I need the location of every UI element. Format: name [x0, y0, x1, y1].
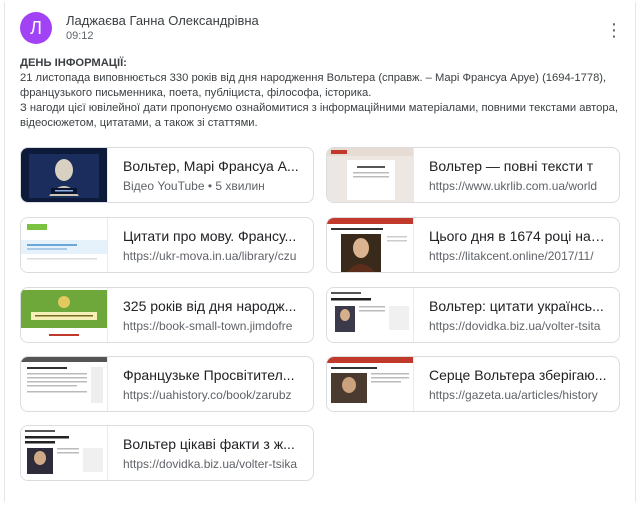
- attachment-subtitle: https://dovidka.biz.ua/volter-tsika: [123, 457, 298, 471]
- article-thumbnail: [21, 426, 108, 480]
- post-text-line: відеосюжетом, цитатами, а також зі статт…: [20, 117, 258, 129]
- attachment-title: Вольтер, Марі Франсуа А...: [123, 158, 299, 174]
- post-text-line: 21 листопада виповнюється 330 років від …: [20, 72, 607, 84]
- more-options-icon[interactable]: ⋮: [604, 20, 624, 40]
- post-text-line: французького письменника, поета, публіци…: [20, 87, 372, 99]
- attachment-title: Вольтер цікаві факти з ж...: [123, 436, 295, 452]
- attachment-card-link[interactable]: Французьке Просвітител... https://uahist…: [20, 356, 314, 412]
- youtube-video-thumbnail: [21, 148, 108, 202]
- attachment-subtitle: https://litakcent.online/2017/11/: [429, 249, 594, 263]
- attachment-card-link[interactable]: Вольтер — повні тексти т https://www.ukr…: [326, 147, 620, 203]
- attachment-title: 325 років від дня народж...: [123, 298, 297, 314]
- post-time: 09:12: [66, 30, 94, 42]
- attachment-card-link[interactable]: Цього дня в 1674 році нар... https://lit…: [326, 217, 620, 273]
- attachment-title: Серце Вольтера зберігаю...: [429, 367, 607, 383]
- attachment-card-link[interactable]: Вольтер цікаві факти з ж... https://dovi…: [20, 425, 314, 481]
- webpage-thumbnail: [327, 148, 414, 202]
- attachment-card-link[interactable]: Серце Вольтера зберігаю... https://gazet…: [326, 356, 620, 412]
- attachment-card-link[interactable]: Цитати про мову. Франсу... https://ukr-m…: [20, 217, 314, 273]
- attachment-card-youtube[interactable]: Вольтер, Марі Франсуа А... Відео YouTube…: [20, 147, 314, 203]
- post-body: ДЕНЬ ІНФОРМАЦІЇ: 21 листопада виповнюєть…: [20, 56, 620, 131]
- attachment-subtitle: https://gazeta.ua/articles/history: [429, 388, 598, 402]
- post-text-line: З нагоди цієї ювілейної дати пропонуємо …: [20, 102, 618, 114]
- attachment-card-link[interactable]: 325 років від дня народж... https://book…: [20, 287, 314, 343]
- attachment-title: Вольтер: цитати українсь...: [429, 298, 604, 314]
- author-name: Ладжаєва Ганна Олександрівна: [66, 13, 259, 28]
- webpage-thumbnail: [21, 218, 108, 272]
- document-thumbnail: [21, 357, 108, 411]
- attachment-title: Цитати про мову. Франсу...: [123, 228, 297, 244]
- attachment-title: Цього дня в 1674 році нар...: [429, 228, 609, 244]
- attachment-subtitle: https://ukr-mova.in.ua/library/czu: [123, 249, 297, 263]
- attachment-subtitle: https://uahistory.co/book/zarubz: [123, 388, 292, 402]
- attachment-subtitle: https://dovidka.biz.ua/volter-tsita: [429, 319, 601, 333]
- portrait-thumbnail: [327, 218, 414, 272]
- attachment-card-link[interactable]: Вольтер: цитати українсь... https://dovi…: [326, 287, 620, 343]
- banner-thumbnail: [21, 288, 108, 342]
- attachment-title: Вольтер — повні тексти т: [429, 158, 594, 174]
- attachment-subtitle: https://www.ukrlib.com.ua/world: [429, 179, 598, 193]
- attachment-title: Французьке Просвітител...: [123, 367, 295, 383]
- attachment-subtitle: https://book-small-town.jimdofre: [123, 319, 293, 333]
- post-title: ДЕНЬ ІНФОРМАЦІЇ:: [20, 57, 127, 69]
- news-thumbnail: [327, 357, 414, 411]
- article-thumbnail: [327, 288, 414, 342]
- attachment-subtitle: Відео YouTube • 5 хвилин: [123, 179, 265, 193]
- avatar[interactable]: Л: [20, 12, 52, 44]
